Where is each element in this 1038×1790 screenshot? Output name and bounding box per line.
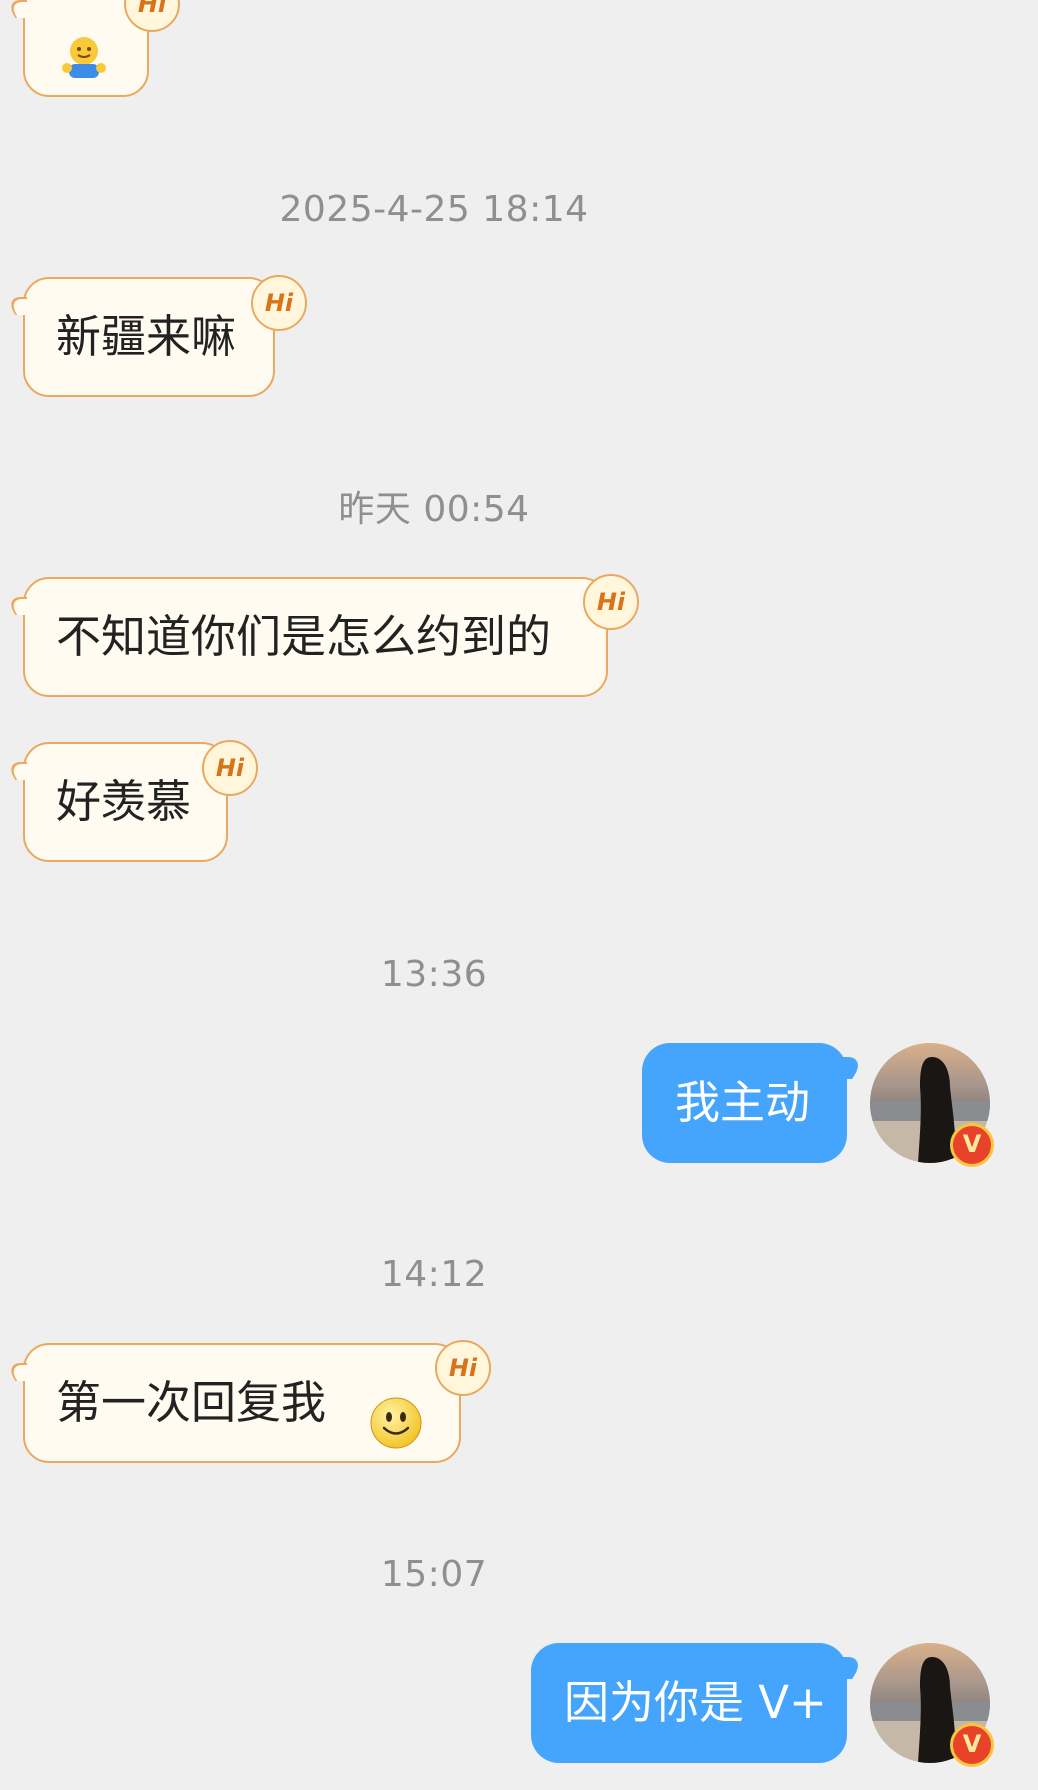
hi-badge: Hi bbox=[435, 1340, 491, 1396]
message-bubble-incoming[interactable]: 不知道你们是怎么约到的 bbox=[23, 577, 608, 697]
message-text: 我主动 bbox=[675, 1076, 811, 1129]
message-bubble-outgoing[interactable]: 因为你是 V+ bbox=[531, 1643, 847, 1763]
verified-badge-icon: V bbox=[950, 1723, 994, 1767]
avatar[interactable]: V bbox=[870, 1643, 994, 1767]
timestamp: 2025-4-25 18:14 bbox=[279, 189, 589, 230]
message-text: 不知道你们是怎么约到的 bbox=[56, 610, 552, 663]
hi-badge: Hi bbox=[583, 574, 639, 630]
message-text: 因为你是 V+ bbox=[564, 1676, 827, 1729]
timestamp: 15:07 bbox=[380, 1554, 488, 1595]
message-bubble-incoming[interactable]: 新疆来嘛 bbox=[23, 277, 275, 397]
message-text: 新疆来嘛 bbox=[56, 310, 237, 363]
message-text: 第一次回复我 bbox=[56, 1376, 327, 1429]
timestamp: 13:36 bbox=[380, 954, 488, 995]
message-text: 好羡慕 bbox=[56, 775, 192, 828]
avatar[interactable]: V bbox=[870, 1043, 994, 1167]
timestamp: 14:12 bbox=[380, 1254, 488, 1295]
timestamp: 昨天 00:54 bbox=[338, 489, 530, 530]
hi-badge: Hi bbox=[202, 740, 258, 796]
message-bubble-incoming[interactable]: 好羡慕 bbox=[23, 742, 228, 862]
hi-badge: Hi bbox=[251, 275, 307, 331]
smile-emoji-icon bbox=[370, 1376, 422, 1449]
hug-emoji-icon bbox=[59, 12, 109, 78]
chat-thread[interactable]: Hi 2025-4-25 18:14 新疆来嘛 Hi 昨天 00:54 不知道你… bbox=[0, 0, 1038, 1790]
message-bubble-outgoing[interactable]: 我主动 bbox=[642, 1043, 847, 1163]
message-bubble-incoming[interactable]: 第一次回复我 bbox=[23, 1343, 461, 1463]
verified-badge-icon: V bbox=[950, 1123, 994, 1167]
